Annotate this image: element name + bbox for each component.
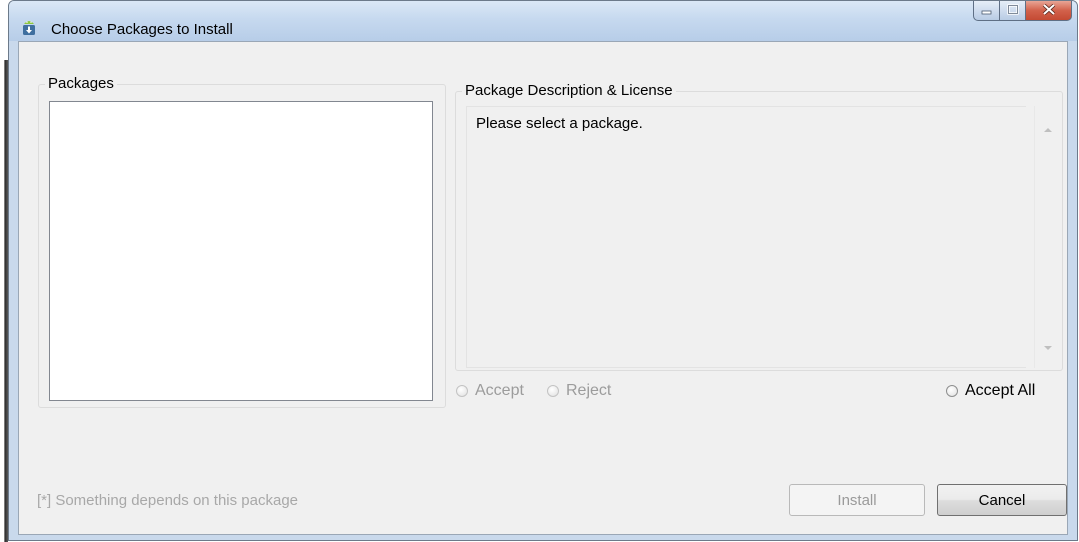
caption-buttons (973, 1, 1072, 23)
accept-all-radio[interactable]: Accept All (946, 382, 1035, 400)
close-button[interactable] (1026, 1, 1072, 21)
window-title: Choose Packages to Install (51, 21, 233, 38)
reject-radio-label: Reject (566, 382, 612, 399)
accept-radio-circle[interactable] (456, 385, 468, 397)
install-button[interactable]: Install (789, 484, 925, 516)
reject-radio[interactable]: Reject (547, 382, 611, 400)
description-group-label: Package Description & License (462, 82, 676, 99)
title-bar[interactable]: Choose Packages to Install (9, 1, 1077, 41)
description-group: Package Description & License Please sel… (455, 82, 1063, 371)
accept-radio-label: Accept (475, 382, 524, 399)
background-window-edge (0, 60, 8, 542)
reject-radio-circle[interactable] (547, 385, 559, 397)
dependency-footnote: [*] Something depends on this package (37, 492, 299, 509)
packages-group: Packages (38, 75, 446, 408)
accept-radio[interactable]: Accept (456, 382, 524, 400)
maximize-button[interactable] (1000, 1, 1026, 21)
description-scrollbar[interactable] (1034, 106, 1060, 368)
accept-all-radio-label: Accept All (965, 382, 1036, 399)
description-text: Please select a package. (476, 115, 643, 132)
description-text-area[interactable]: Please select a package. (466, 106, 1026, 368)
minimize-button[interactable] (973, 1, 1000, 21)
scroll-up-arrow-icon[interactable] (1044, 128, 1052, 132)
dialog-window: Choose Packages to Install Packages Pack… (8, 0, 1078, 541)
maximize-icon (1006, 2, 1019, 20)
packages-list[interactable] (49, 101, 433, 401)
scroll-down-arrow-icon[interactable] (1044, 346, 1052, 350)
close-icon (1042, 2, 1056, 20)
cancel-button[interactable]: Cancel (937, 484, 1067, 516)
download-package-icon (21, 19, 37, 35)
packages-group-label: Packages (45, 75, 117, 92)
accept-all-radio-circle[interactable] (946, 385, 958, 397)
dialog-content: Packages Package Description & License P… (18, 41, 1068, 535)
minimize-icon (981, 2, 993, 20)
